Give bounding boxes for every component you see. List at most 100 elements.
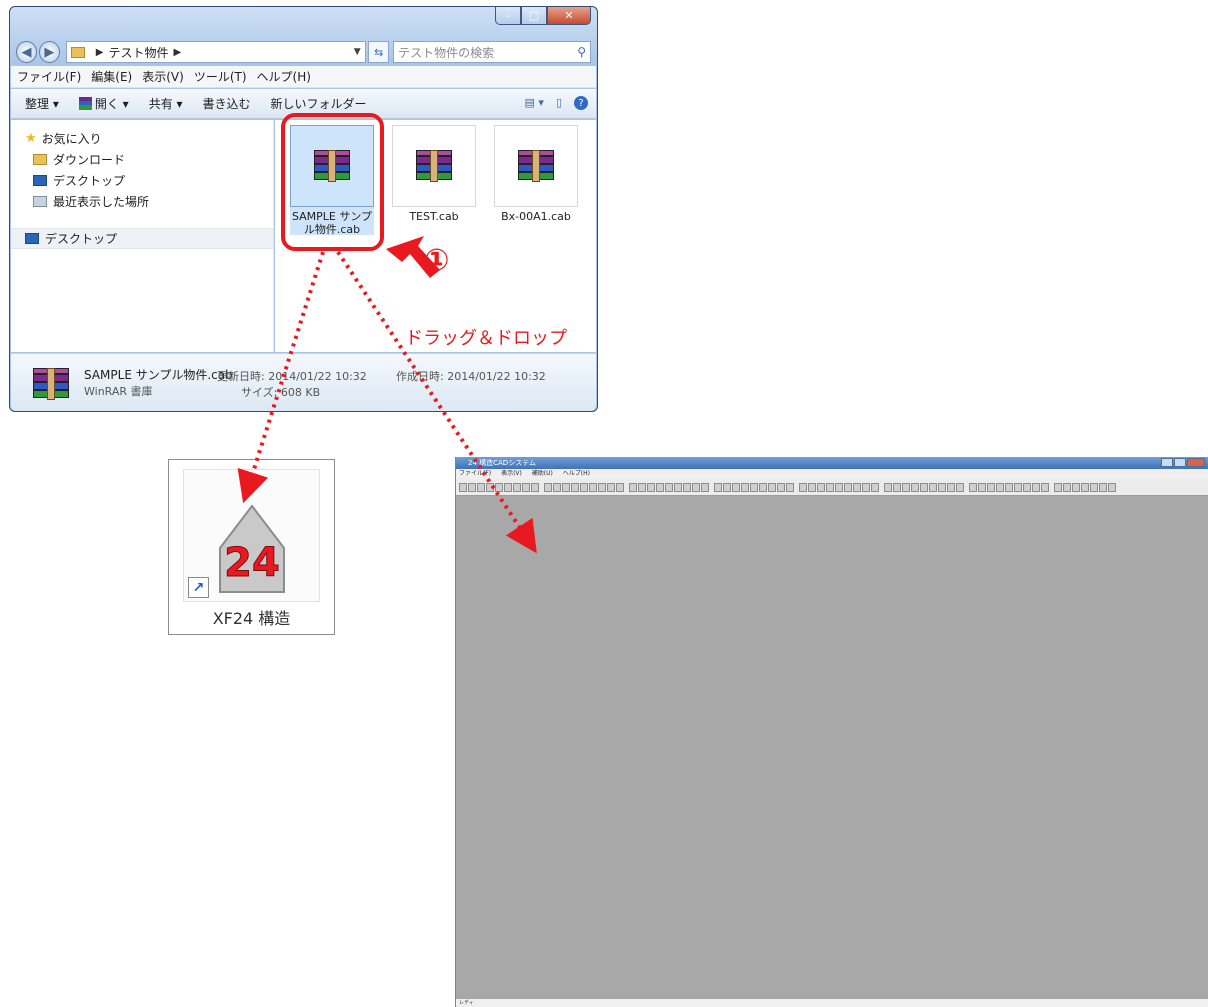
cad-tool-button[interactable] [853,482,861,492]
cad-tool-button[interactable] [826,482,834,492]
nav-desktop[interactable]: デスクトップ [11,170,273,191]
cad-tool-button[interactable] [902,482,910,492]
cad-tool-button[interactable] [893,482,901,492]
xf24-shortcut[interactable]: 24 ↗ XF24 構造 [168,459,335,635]
cad-tool-button[interactable] [911,482,919,492]
cad-tool-button[interactable] [459,482,467,492]
cad-tool-button[interactable] [562,482,570,492]
cad-tool-button[interactable] [674,482,682,492]
cad-tool-button[interactable] [987,482,995,492]
cad-tool-button[interactable] [522,482,530,492]
cad-tool-button[interactable] [683,482,691,492]
cad-tool-button[interactable] [1099,482,1107,492]
cad-tool-button[interactable] [732,482,740,492]
cad-tool-button[interactable] [759,482,767,492]
close-button[interactable]: ✕ [547,7,591,25]
cad-menu-help[interactable]: ヘルプ(H) [563,470,590,477]
chevron-down-icon[interactable]: ▼ [349,47,365,57]
cad-tool-button[interactable] [817,482,825,492]
minimize-button[interactable]: – [495,7,521,25]
cad-tool-button[interactable] [768,482,776,492]
cad-tool-button[interactable] [531,482,539,492]
cad-tool-button[interactable] [786,482,794,492]
back-button[interactable]: ◀ [16,41,37,63]
forward-button[interactable]: ▶ [38,41,60,63]
cad-menu-file[interactable]: ファイル(F) [459,470,491,477]
menu-help[interactable]: ヘルプ(H) [257,68,311,85]
cad-tool-button[interactable] [741,482,749,492]
cad-tool-button[interactable] [1072,482,1080,492]
search-icon[interactable]: ⚲ [577,45,586,59]
help-icon[interactable]: ? [574,96,588,110]
cad-tool-button[interactable] [1023,482,1031,492]
cad-tool-button[interactable] [553,482,561,492]
cad-tool-button[interactable] [607,482,615,492]
cad-tool-button[interactable] [1032,482,1040,492]
nav-recent[interactable]: 最近表示した場所 [11,191,273,212]
file-item[interactable]: TEST.cab [392,125,476,235]
cad-tool-button[interactable] [723,482,731,492]
cad-tool-button[interactable] [1108,482,1116,492]
cad-tool-button[interactable] [835,482,843,492]
search-input[interactable]: テスト物件の検索 ⚲ [393,41,591,63]
preview-pane-icon[interactable]: ▯ [556,96,562,110]
cad-tool-button[interactable] [920,482,928,492]
file-item[interactable]: Bx-00A1.cab [494,125,578,235]
cad-tool-button[interactable] [956,482,964,492]
cad-tool-button[interactable] [647,482,655,492]
cad-tool-button[interactable] [580,482,588,492]
view-options-icon[interactable]: ▤ ▾ [525,96,544,110]
nav-desktop-root[interactable]: デスクトップ [11,228,273,249]
cad-tool-button[interactable] [513,482,521,492]
cad-tool-button[interactable] [844,482,852,492]
cad-maximize-button[interactable] [1174,458,1186,467]
cad-tool-button[interactable] [589,482,597,492]
cad-tool-button[interactable] [1090,482,1098,492]
menu-edit[interactable]: 編集(E) [91,68,132,85]
cad-window[interactable]: 24 構造CADシステム ファイル(F) 表示(V) 補助(U) ヘルプ(H) … [455,457,1208,1007]
cad-tool-button[interactable] [665,482,673,492]
cad-tool-button[interactable] [969,482,977,492]
cad-tool-button[interactable] [477,482,485,492]
cad-menu-view[interactable]: 表示(V) [501,470,522,477]
cad-tool-button[interactable] [638,482,646,492]
menu-view[interactable]: 表示(V) [142,68,184,85]
cad-tool-button[interactable] [629,482,637,492]
cad-minimize-button[interactable] [1161,458,1173,467]
cad-tool-button[interactable] [544,482,552,492]
cad-tool-button[interactable] [938,482,946,492]
cad-tool-button[interactable] [750,482,758,492]
cad-tool-button[interactable] [947,482,955,492]
cad-tool-button[interactable] [504,482,512,492]
cad-tool-button[interactable] [468,482,476,492]
nav-downloads[interactable]: ダウンロード [11,149,273,170]
cad-close-button[interactable] [1187,458,1205,467]
breadcrumb[interactable]: テスト物件 [108,44,168,61]
cad-tool-button[interactable] [1041,482,1049,492]
address-bar[interactable]: ▶ テスト物件 ▶ ▼ [65,41,367,63]
maximize-button[interactable]: □ [521,7,547,25]
cad-menu-assist[interactable]: 補助(U) [532,470,553,477]
cad-tool-button[interactable] [862,482,870,492]
menu-file[interactable]: ファイル(F) [17,68,81,85]
cad-tool-button[interactable] [777,482,785,492]
cad-tool-button[interactable] [996,482,1004,492]
cad-tool-button[interactable] [692,482,700,492]
nav-favorites[interactable]: ★ お気に入り [11,128,273,149]
cad-tool-button[interactable] [978,482,986,492]
cad-tool-button[interactable] [598,482,606,492]
cad-tool-button[interactable] [871,482,879,492]
cad-tool-button[interactable] [571,482,579,492]
cad-tool-button[interactable] [616,482,624,492]
cad-tool-button[interactable] [808,482,816,492]
cad-tool-button[interactable] [929,482,937,492]
new-folder-button[interactable]: 新しいフォルダー [271,95,367,112]
cad-tool-button[interactable] [1054,482,1062,492]
organize-button[interactable]: 整理 ▾ [25,95,59,112]
cad-tool-button[interactable] [799,482,807,492]
refresh-button[interactable]: ⇆ [368,41,390,63]
cad-tool-button[interactable] [884,482,892,492]
menu-tools[interactable]: ツール(T) [194,68,247,85]
cad-tool-button[interactable] [486,482,494,492]
cad-tool-button[interactable] [1063,482,1071,492]
